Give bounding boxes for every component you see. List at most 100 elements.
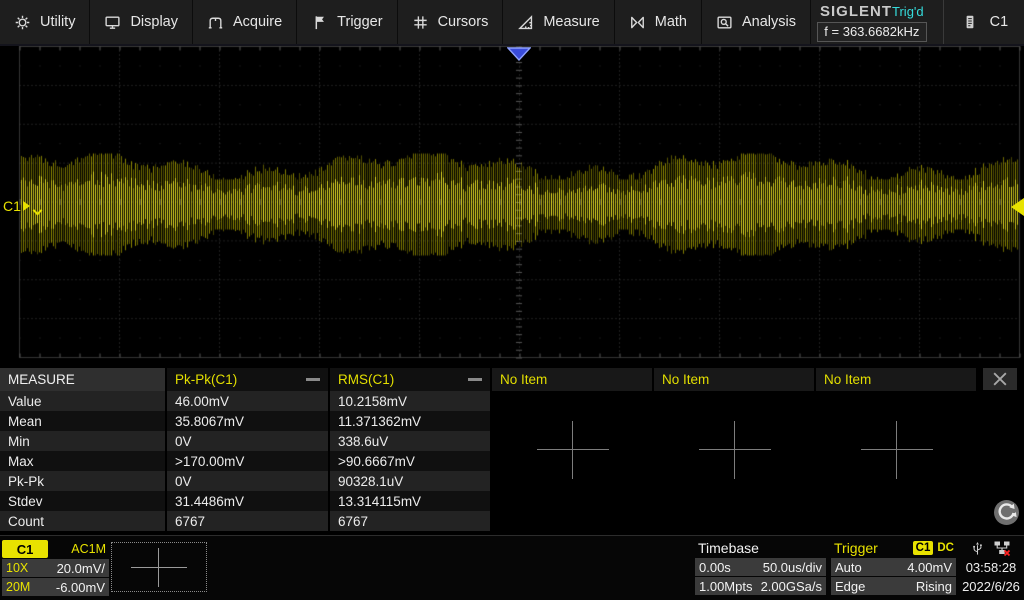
measure-col-rms[interactable]: RMS(C1): [328, 368, 490, 391]
menu-utility-label: Utility: [40, 14, 75, 30]
menu-display[interactable]: Display: [90, 0, 193, 44]
math-icon: [629, 14, 646, 31]
display-icon: [104, 14, 121, 31]
measure-col-pkpk[interactable]: Pk-Pk(C1): [165, 368, 328, 391]
channel1-probe: 10X: [6, 561, 28, 575]
stat-label: Max: [0, 451, 165, 471]
menu-math-label: Math: [655, 14, 687, 30]
close-measure-button[interactable]: [983, 368, 1017, 390]
add-measure-plus-icon[interactable]: [537, 421, 609, 479]
remove-measure-icon[interactable]: [306, 378, 320, 381]
trigger-mode: Auto: [835, 560, 862, 575]
trigger-source-badge: C1: [913, 541, 934, 555]
clock-date: 2022/6/26: [958, 577, 1024, 596]
menu-utility[interactable]: Utility: [0, 0, 90, 44]
trigger-coupling: DC: [937, 542, 956, 554]
channel1-box[interactable]: C1 AC1M 10X 20.0mV/ 20M -6.00mV: [2, 540, 109, 597]
usb-icon: [971, 540, 984, 557]
measure-col-noitem-3-label: No Item: [824, 372, 871, 387]
measure-col-noitem-1[interactable]: No Item: [490, 368, 652, 391]
menu-cursors-label: Cursors: [438, 14, 489, 30]
channel1-coupling: AC1M: [71, 542, 109, 556]
brand-block: SIGLENT Trig'd f = 363.6682kHz: [817, 0, 927, 44]
trigger-panel[interactable]: Trigger C1 DC Auto 4.00mV Edge Rising: [831, 539, 956, 596]
stat-value: 13.314115mV: [328, 491, 490, 511]
measure-body: Value 46.00mV 10.2158mV Mean 35.8067mV 1…: [0, 391, 490, 531]
menubar: Utility Display Acquire Trigger Cursors …: [0, 0, 1024, 46]
stat-label: Pk-Pk: [0, 471, 165, 491]
frequency-readout: f = 363.6682kHz: [817, 22, 927, 42]
menu-trigger-label: Trigger: [337, 14, 382, 30]
measure-col-noitem-2[interactable]: No Item: [652, 368, 814, 391]
scope-display: C1: [0, 46, 1024, 368]
menu-math[interactable]: Math: [615, 0, 702, 44]
channel-offset-marker[interactable]: C1: [3, 197, 41, 214]
menu-acquire-label: Acquire: [233, 14, 282, 30]
trigger-level-icon[interactable]: [1011, 198, 1024, 216]
stat-value: 46.00mV: [165, 391, 328, 411]
timebase-panel[interactable]: Timebase 0.00s 50.0us/div 1.00Mpts 2.00G…: [695, 539, 826, 596]
stat-value: 338.6uV: [328, 431, 490, 451]
table-row: Mean 35.8067mV 11.371362mV: [0, 411, 490, 431]
table-row: Max >170.00mV >90.6667mV: [0, 451, 490, 471]
stat-value: 10.2158mV: [328, 391, 490, 411]
menu-measure[interactable]: Measure: [503, 0, 614, 44]
timebase-title: Timebase: [695, 539, 826, 557]
measure-col-noitem-1-label: No Item: [500, 372, 547, 387]
stat-label: Min: [0, 431, 165, 451]
menu-cursors[interactable]: Cursors: [398, 0, 504, 44]
menu-trigger[interactable]: Trigger: [297, 0, 397, 44]
active-channel-chip[interactable]: C1: [943, 0, 1024, 44]
channel-offset-label: C1: [3, 198, 21, 214]
measure-title: MEASURE: [0, 368, 165, 391]
timebase-scale: 50.0us/div: [763, 560, 822, 575]
remove-measure-icon[interactable]: [468, 378, 482, 381]
menu-acquire[interactable]: Acquire: [193, 0, 297, 44]
measure-col-pkpk-label: Pk-Pk(C1): [175, 372, 237, 387]
timebase-delay: 0.00s: [699, 560, 731, 575]
stat-value: 31.4486mV: [165, 491, 328, 511]
acquire-icon: [207, 14, 224, 31]
oscilloscope-ui: Utility Display Acquire Trigger Cursors …: [0, 0, 1024, 600]
gear-icon: [14, 14, 31, 31]
add-measure-plus-icon[interactable]: [861, 421, 933, 479]
table-row: Count 6767 6767: [0, 511, 490, 531]
measure-col-noitem-2-label: No Item: [662, 372, 709, 387]
channel-marker-arrow-icon: [23, 201, 30, 211]
stat-value: >90.6667mV: [328, 451, 490, 471]
ground-level-icon: [32, 206, 42, 216]
stat-value: 11.371362mV: [328, 411, 490, 431]
stat-label: Mean: [0, 411, 165, 431]
table-row: Value 46.00mV 10.2158mV: [0, 391, 490, 411]
lan-icon: [993, 540, 1011, 557]
menu-analysis-label: Analysis: [742, 14, 796, 30]
clock-time: 03:58:28: [958, 558, 1024, 577]
table-row: Min 0V 338.6uV: [0, 431, 490, 451]
active-channel-label: C1: [990, 14, 1009, 30]
channel1-offset: -6.00mV: [56, 580, 105, 595]
trigger-slope: Rising: [916, 579, 952, 594]
stat-label: Stdev: [0, 491, 165, 511]
add-measure-plus-icon[interactable]: [699, 421, 771, 479]
trigger-position-icon[interactable]: [507, 47, 531, 61]
cursors-icon: [412, 14, 429, 31]
measure-col-rms-label: RMS(C1): [338, 372, 394, 387]
add-channel-button[interactable]: [111, 542, 207, 592]
siglent-logo: SIGLENT: [820, 3, 892, 20]
stat-label: Value: [0, 391, 165, 411]
table-row: Pk-Pk 0V 90328.1uV: [0, 471, 490, 491]
channel-list-icon: [962, 13, 978, 31]
timebase-samplerate: 2.00GSa/s: [761, 579, 822, 594]
menu-analysis[interactable]: Analysis: [702, 0, 811, 44]
scope-canvas[interactable]: [0, 46, 1024, 368]
refresh-icon[interactable]: [992, 498, 1021, 527]
channel1-scale: 20.0mV/: [57, 561, 105, 576]
stat-value: 0V: [165, 471, 328, 491]
statusbar: C1 AC1M 10X 20.0mV/ 20M -6.00mV Timebase…: [0, 535, 1024, 600]
stat-value: 6767: [328, 511, 490, 531]
measure-col-noitem-3[interactable]: No Item: [814, 368, 976, 391]
measure-icon: [517, 14, 534, 31]
stat-value: 0V: [165, 431, 328, 451]
stat-value: 35.8067mV: [165, 411, 328, 431]
trigger-flag-icon: [311, 14, 328, 31]
